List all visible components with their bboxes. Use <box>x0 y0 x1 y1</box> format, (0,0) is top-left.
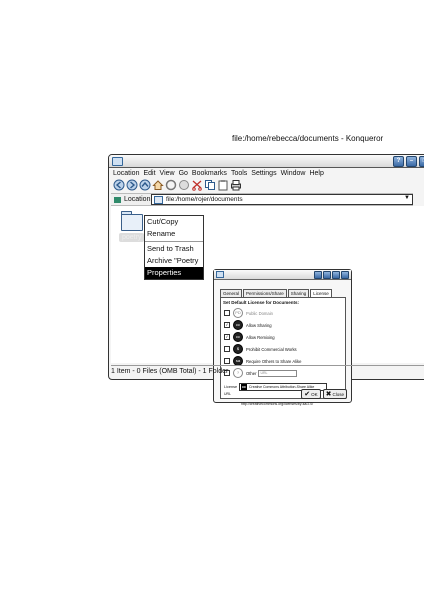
cc-icon: cc <box>233 320 243 330</box>
ok-button[interactable]: ✔ OK <box>301 389 321 399</box>
status-bar: 1 Item - 0 Files (OMB Total) - 1 Folder <box>111 365 424 377</box>
cc-badge-icon: cc <box>241 384 247 390</box>
cc-icon: cc <box>233 332 243 342</box>
location-input[interactable]: file:/home/rojer/documents ▼ <box>151 194 413 205</box>
menu-view[interactable]: View <box>160 170 175 177</box>
dialog-minimize-button[interactable] <box>323 271 331 279</box>
option-label: Public Domain <box>246 310 273 316</box>
license-label: License <box>224 385 238 389</box>
url-label: URL <box>224 392 232 396</box>
dialog-title-buttons <box>314 271 349 279</box>
up-icon[interactable] <box>139 179 151 191</box>
option-allow-remixing[interactable]: ✓ cc Allow Remixing <box>224 332 275 342</box>
dialog-titlebar[interactable] <box>214 270 351 280</box>
license-heading: Set Default License for Documents: <box>223 300 300 305</box>
menu-settings[interactable]: Settings <box>251 170 276 177</box>
folder-icon <box>154 195 163 204</box>
window-icon[interactable] <box>112 157 123 166</box>
cut-icon[interactable] <box>191 179 203 191</box>
location-label: Location <box>124 196 151 203</box>
window-title-buttons: ? – □ × <box>393 156 424 167</box>
window-titlebar[interactable]: ? – □ × <box>109 155 424 168</box>
file-view[interactable]: poetry Cut/Copy Rename Send to Trash Arc… <box>111 206 424 406</box>
context-menu: Cut/Copy Rename Send to Trash Archive "P… <box>144 215 204 280</box>
menu-bar: Location Edit View Go Bookmarks Tools Se… <box>113 170 324 177</box>
menu-bookmarks[interactable]: Bookmarks <box>192 170 227 177</box>
public-domain-icon: PD <box>233 308 243 318</box>
dialog-help-button[interactable] <box>314 271 322 279</box>
dialog-buttons: ✔ OK ✖ Close <box>301 389 347 399</box>
close-label: Close <box>332 391 344 397</box>
checkbox[interactable] <box>224 358 230 364</box>
dialog-tabs: General Permissions/Share Sharing Licens… <box>220 289 333 297</box>
dialog-close-button[interactable] <box>341 271 349 279</box>
checkbox[interactable] <box>224 346 230 352</box>
close-dialog-button[interactable]: ✖ Close <box>322 389 347 399</box>
help-button[interactable]: ? <box>393 156 404 167</box>
option-allow-sharing[interactable]: ✓ cc Allow Sharing <box>224 320 272 330</box>
properties-dialog: General Permissions/Share Sharing Licens… <box>213 269 352 406</box>
minimize-button[interactable]: – <box>406 156 417 167</box>
folder-icon[interactable] <box>121 211 143 231</box>
konqueror-window: ? – □ × Location Edit View Go Bookmarks … <box>108 154 424 406</box>
menu-item-rename[interactable]: Rename <box>145 228 203 240</box>
folder-label[interactable]: poetry <box>119 233 145 242</box>
stop-icon[interactable] <box>178 179 190 191</box>
dialog-icon <box>216 271 224 278</box>
url-value[interactable]: http://creativecommons.org/licenses/by-s… <box>241 402 313 406</box>
option-label: Prohibit Commercial Works <box>246 346 297 352</box>
home-icon[interactable] <box>152 179 164 191</box>
option-label: Allow Remixing <box>246 334 275 340</box>
menu-edit[interactable]: Edit <box>143 170 155 177</box>
print-icon[interactable] <box>230 179 242 191</box>
option-prohibit-commercial[interactable]: $ Prohibit Commercial Works <box>224 344 297 354</box>
checkbox[interactable]: ✓ <box>224 334 230 340</box>
license-panel: Set Default License for Documents: PD Pu… <box>220 297 346 406</box>
ok-label: OK <box>311 391 318 397</box>
tab-license[interactable]: License <box>310 289 332 297</box>
menu-location[interactable]: Location <box>113 170 139 177</box>
checkbox[interactable]: ✓ <box>224 322 230 328</box>
menu-help[interactable]: Help <box>309 170 323 177</box>
reload-icon[interactable] <box>165 179 177 191</box>
menu-go[interactable]: Go <box>179 170 188 177</box>
checkbox[interactable] <box>224 310 230 316</box>
toolbar <box>113 178 242 192</box>
tab-sharing[interactable]: Sharing <box>287 289 310 297</box>
dialog-maximize-button[interactable] <box>332 271 340 279</box>
menu-item-properties[interactable]: Properties <box>145 267 203 279</box>
page-caption: file:/home/rebecca/documents - Konqueror <box>232 134 384 143</box>
tab-general[interactable]: General <box>220 289 243 297</box>
copy-icon[interactable] <box>204 179 216 191</box>
menu-separator <box>145 241 203 242</box>
menu-tools[interactable]: Tools <box>231 170 247 177</box>
noncommercial-icon: $ <box>233 344 243 354</box>
option-label: Require Others to Share Alike <box>246 358 302 364</box>
option-label: Allow Sharing <box>246 322 272 328</box>
close-icon: ✖ <box>325 391 332 398</box>
paste-icon[interactable] <box>217 179 229 191</box>
menu-window[interactable]: Window <box>281 170 306 177</box>
maximize-button[interactable]: □ <box>419 156 424 167</box>
tab-permissions-share[interactable]: Permissions/Share <box>243 289 287 297</box>
menu-item-archive[interactable]: Archive "Poetry <box>145 255 203 267</box>
option-public-domain[interactable]: PD Public Domain <box>224 308 273 318</box>
check-icon: ✔ <box>304 391 311 398</box>
chevron-down-icon[interactable]: ▼ <box>404 195 410 201</box>
back-icon[interactable] <box>113 179 125 191</box>
location-value: file:/home/rojer/documents <box>166 196 243 203</box>
menu-item-cut-copy[interactable]: Cut/Copy <box>145 216 203 228</box>
location-icon <box>114 196 121 203</box>
location-bar: Location file:/home/rojer/documents ▼ <box>111 193 413 206</box>
menu-item-send-to-trash[interactable]: Send to Trash <box>145 243 203 255</box>
forward-icon[interactable] <box>126 179 138 191</box>
